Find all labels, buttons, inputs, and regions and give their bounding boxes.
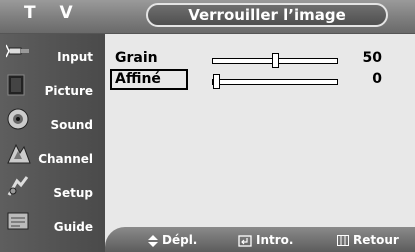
sidebar-item-label: Setup <box>53 186 93 200</box>
slider-thumb[interactable] <box>272 53 279 68</box>
setting-value: 0 <box>372 71 382 87</box>
setup-icon <box>7 176 29 196</box>
sidebar-item-channel[interactable]: Channel <box>0 136 105 170</box>
channel-icon <box>7 143 31 164</box>
sidebar-item-sound[interactable]: Sound <box>0 102 105 136</box>
sidebar-item-label: Guide <box>53 220 93 234</box>
mode-label: T V <box>24 3 82 23</box>
grain-slider[interactable] <box>212 53 338 68</box>
enter-hint: Intro. <box>238 233 293 247</box>
guide-icon <box>7 212 29 230</box>
affine-slider[interactable] <box>212 74 338 89</box>
input-icon <box>6 44 29 58</box>
setting-label: Affiné <box>115 71 161 87</box>
header-bar: T V Verrouiller l’image <box>0 0 415 34</box>
enter-icon <box>238 234 252 247</box>
sidebar-item-label: Sound <box>50 118 93 132</box>
page-title: Verrouiller l’image <box>146 3 388 27</box>
up-down-arrow-icon <box>148 234 158 247</box>
slider-thumb[interactable] <box>213 74 220 89</box>
move-hint: Dépl. <box>148 233 197 247</box>
setting-value: 50 <box>362 50 382 66</box>
sidebar-item-guide[interactable]: Guide <box>0 204 105 238</box>
picture-icon <box>7 74 25 96</box>
sidebar-item-label: Picture <box>44 84 93 98</box>
sidebar-item-setup[interactable]: Setup <box>0 170 105 204</box>
sidebar-item-label: Input <box>57 50 93 64</box>
sidebar: Input Picture Sound Channel Setup Guide <box>0 34 105 252</box>
sound-icon <box>7 108 29 130</box>
setting-label: Grain <box>115 50 158 66</box>
return-hint: Retour <box>337 233 399 247</box>
sidebar-item-picture[interactable]: Picture <box>0 68 105 102</box>
osd-menu: T V Verrouiller l’image Input Picture So… <box>0 0 415 252</box>
footer-hints: Dépl. Intro. Retour <box>105 227 415 252</box>
sidebar-item-input[interactable]: Input <box>0 34 105 68</box>
return-icon <box>337 235 349 246</box>
sidebar-item-label: Channel <box>38 152 93 166</box>
settings-panel: Grain 50 Affiné 0 <box>105 34 415 227</box>
